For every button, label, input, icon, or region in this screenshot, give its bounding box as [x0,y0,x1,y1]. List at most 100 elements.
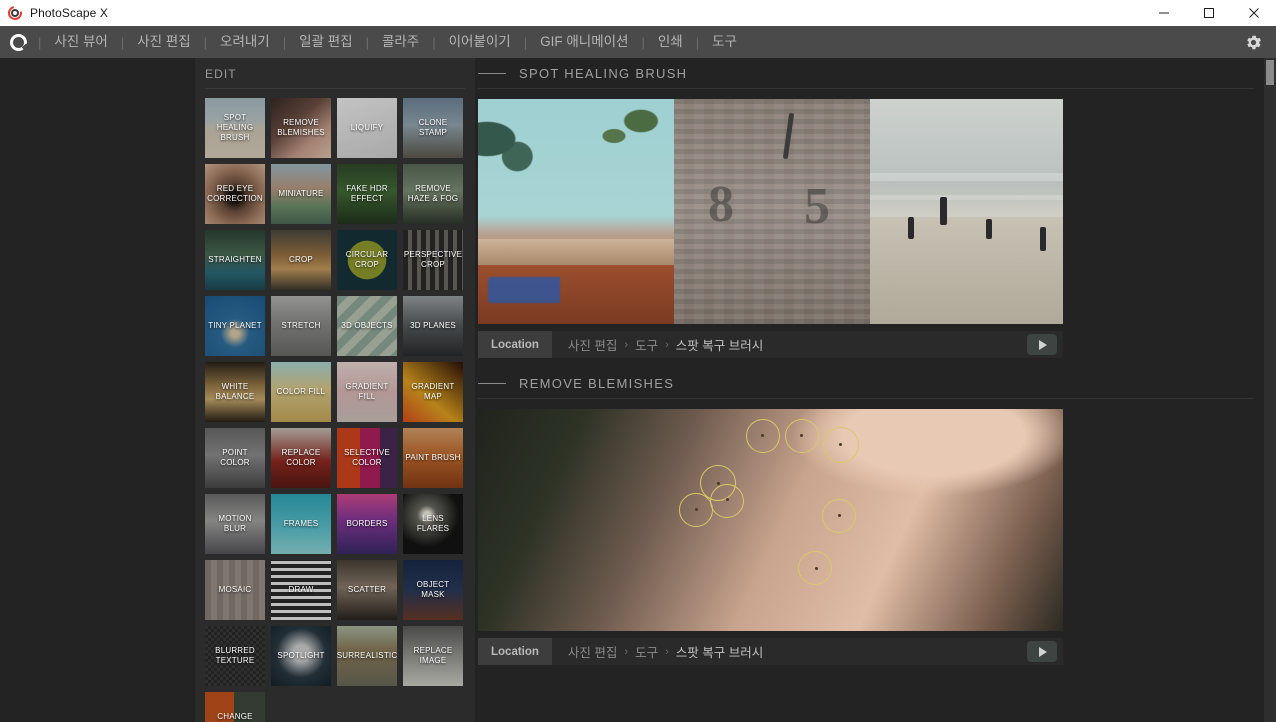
vertical-scrollbar[interactable] [1264,58,1276,722]
breadcrumb-item-current[interactable]: 스팟 복구 브러시 [676,642,763,661]
close-icon[interactable] [1231,0,1276,26]
menu-separator: | [694,35,701,50]
tool-cell-change-background[interactable]: CHANGE BACKGROUND [205,692,265,722]
preview-image-remove-blemishes[interactable] [478,409,1063,631]
tool-label: STRETCH [271,296,331,356]
tool-cell-replace-image[interactable]: REPLACE IMAGE [403,626,463,686]
menu-separator: | [119,35,126,50]
tool-cell-gradient-fill[interactable]: GRADIENT FILL [337,362,397,422]
tool-cell-paint-brush[interactable]: PAINT BRUSH [403,428,463,488]
tool-cell-lens-flares[interactable]: LENS FLARES [403,494,463,554]
tool-cell-blurred-texture[interactable]: BLURRED TEXTURE [205,626,265,686]
menu-item-batch-edit[interactable]: 일괄 편집 [288,26,363,58]
photoscape-brand-icon[interactable] [0,26,36,58]
tool-label: SPOT HEALING BRUSH [205,98,265,158]
tool-cell-straighten[interactable]: STRAIGHTEN [205,230,265,290]
tool-cell-stretch[interactable]: STRETCH [271,296,331,356]
tool-cell-3d-objects[interactable]: 3D OBJECTS [337,296,397,356]
tool-label: POINT COLOR [205,428,265,488]
menu-item-cutout[interactable]: 오려내기 [209,26,281,58]
menu-item-tools[interactable]: 도구 [701,26,748,58]
tool-label: CROP [271,230,331,290]
tool-cell-3d-planes[interactable]: 3D PLANES [403,296,463,356]
menu-item-gif-animation[interactable]: GIF 애니메이션 [529,26,639,58]
tool-cell-frames[interactable]: FRAMES [271,494,331,554]
tool-cell-fake-hdr-effect[interactable]: FAKE HDR EFFECT [337,164,397,224]
tool-cell-crop[interactable]: CROP [271,230,331,290]
tool-cell-liquify[interactable]: LIQUIFY [337,98,397,158]
preview-image-spot-healing[interactable]: 8 5 [478,99,1063,324]
tool-cell-clone-stamp[interactable]: CLONE STAMP [403,98,463,158]
play-icon[interactable] [1027,641,1057,662]
tool-label: TINY PLANET [205,296,265,356]
tool-cell-point-color[interactable]: POINT COLOR [205,428,265,488]
tool-label: MINIATURE [271,164,331,224]
tool-label: 3D PLANES [403,296,463,356]
tool-label: SCATTER [337,560,397,620]
maximize-icon[interactable] [1186,0,1231,26]
tool-label: MOTION BLUR [205,494,265,554]
tool-label: SURREALISTIC [337,626,397,686]
menu-separator: | [364,35,371,50]
tool-cell-perspective-crop[interactable]: PERSPECTIVE CROP [403,230,463,290]
tool-cell-selective-color[interactable]: SELECTIVE COLOR [337,428,397,488]
breadcrumb-item[interactable]: 사진 편집 [568,642,617,661]
tool-cell-motion-blur[interactable]: MOTION BLUR [205,494,265,554]
section-header: SPOT HEALING BRUSH [475,58,1276,88]
tool-cell-draw[interactable]: DRAW [271,560,331,620]
menu-item-combine[interactable]: 이어붙이기 [438,26,522,58]
grid-header-divider [205,88,465,89]
section-title: SPOT HEALING BRUSH [519,66,687,81]
preview-section-spot-healing-brush: SPOT HEALING BRUSH 8 5 [475,58,1276,358]
breadcrumb-separator: › [665,339,669,351]
menu-item-photo-viewer[interactable]: 사진 뷰어 [43,26,118,58]
tool-label: BLURRED TEXTURE [205,626,265,686]
tool-label: REMOVE BLEMISHES [271,98,331,158]
tool-cell-tiny-planet[interactable]: TINY PLANET [205,296,265,356]
scrollbar-thumb[interactable] [1266,60,1274,85]
preview-frame-after [870,99,1063,324]
breadcrumb-item[interactable]: 도구 [635,335,658,354]
menu-item-photo-edit[interactable]: 사진 편집 [126,26,201,58]
tool-label: MOSAIC [205,560,265,620]
tool-cell-remove-blemishes[interactable]: REMOVE BLEMISHES [271,98,331,158]
menu-item-print[interactable]: 인쇄 [647,26,694,58]
section-dash-icon [478,383,506,384]
app-body: EDIT SPOT HEALING BRUSHREMOVE BLEMISHESL… [0,58,1276,722]
tool-cell-white-balance[interactable]: WHITE BALANCE [205,362,265,422]
breadcrumb-item[interactable]: 사진 편집 [568,335,617,354]
tool-cell-circular-crop[interactable]: CIRCULAR CROP [337,230,397,290]
breadcrumb-item[interactable]: 도구 [635,642,658,661]
menu-separator: | [202,35,209,50]
tool-cell-red-eye-correction[interactable]: RED EYE CORRECTION [205,164,265,224]
tool-cell-gradient-map[interactable]: GRADIENT MAP [403,362,463,422]
tool-cell-scatter[interactable]: SCATTER [337,560,397,620]
tool-label: 3D OBJECTS [337,296,397,356]
menu-separator: | [281,35,288,50]
tool-label: REMOVE HAZE & FOG [403,164,463,224]
tool-cell-object-mask[interactable]: OBJECT MASK [403,560,463,620]
gear-icon[interactable] [1236,26,1270,58]
tool-cell-spotlight[interactable]: SPOTLIGHT [271,626,331,686]
tool-label: WHITE BALANCE [205,362,265,422]
tool-cell-miniature[interactable]: MINIATURE [271,164,331,224]
tool-cell-mosaic[interactable]: MOSAIC [205,560,265,620]
section-dash-icon [478,73,506,74]
play-icon[interactable] [1027,334,1057,355]
tool-cell-surrealistic[interactable]: SURREALISTIC [337,626,397,686]
tool-label: LENS FLARES [403,494,463,554]
tool-label: CHANGE BACKGROUND [205,692,265,722]
tool-grid-panel: EDIT SPOT HEALING BRUSHREMOVE BLEMISHESL… [195,58,475,722]
breadcrumb-item-current[interactable]: 스팟 복구 브러시 [676,335,763,354]
photoscape-logo-icon [7,5,23,21]
tool-label: SPOTLIGHT [271,626,331,686]
tool-cell-spot-healing-brush[interactable]: SPOT HEALING BRUSH [205,98,265,158]
minimize-icon[interactable] [1141,0,1186,26]
tool-cell-color-fill[interactable]: COLOR FILL [271,362,331,422]
tool-cell-remove-haze-fog[interactable]: REMOVE HAZE & FOG [403,164,463,224]
menu-item-collage[interactable]: 콜라주 [371,26,430,58]
tool-cell-borders[interactable]: BORDERS [337,494,397,554]
tool-cell-replace-color[interactable]: REPLACE COLOR [271,428,331,488]
window-controls [1141,0,1276,26]
menu-separator: | [639,35,646,50]
